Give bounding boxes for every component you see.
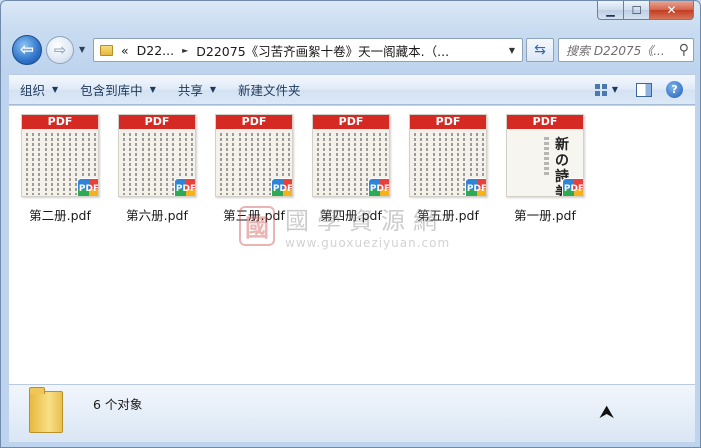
include-in-library-label: 包含到库中 — [80, 83, 143, 98]
share-button[interactable]: 共享 ▼ — [167, 75, 227, 104]
back-button[interactable]: ⇦ — [12, 35, 42, 65]
pdf-thumbnail: PDF PDF — [215, 114, 293, 197]
search-placeholder: 搜索 D22075《... — [566, 43, 665, 58]
pdf-thumbnail: PDF 新の詩美 PDF — [506, 114, 584, 197]
pdf-band: PDF — [216, 115, 292, 129]
pdf-thumbnail: PDF PDF — [21, 114, 99, 197]
search-input[interactable]: 搜索 D22075《... ⚲ — [558, 38, 694, 62]
navigation-bar: ⇦ ⇨ ▼ « D22... ► D22075《习苦齐画絮十卷》天一阁藏本.（.… — [9, 33, 695, 67]
cover-side-text — [544, 137, 549, 175]
chevron-down-icon: ▼ — [52, 85, 59, 94]
file-name[interactable]: 第六册.pdf — [126, 205, 188, 224]
include-in-library-button[interactable]: 包含到库中 ▼ — [69, 75, 167, 104]
chevron-down-icon: ▼ — [209, 85, 217, 94]
command-bar: 组织 ▼ 包含到库中 ▼ 共享 ▼ 新建文件夹 ▼ ? — [9, 74, 695, 105]
file-item[interactable]: PDF PDF 第六册.pdf — [111, 114, 203, 224]
share-label: 共享 — [177, 83, 203, 98]
pdf-thumbnail: PDF PDF — [409, 114, 487, 197]
pdf-band: PDF — [313, 115, 389, 129]
pdf-thumbnail: PDF PDF — [118, 114, 196, 197]
pdf-app-icon: PDF — [174, 178, 195, 196]
organize-menu-button[interactable]: 组织 ▼ — [9, 75, 69, 104]
pdf-app-icon: PDF — [271, 178, 292, 196]
address-history-chevron-down-icon[interactable]: ▼ — [504, 39, 520, 61]
pdf-thumbnail: PDF PDF — [312, 114, 390, 197]
view-chevron-down-icon[interactable]: ▼ — [612, 85, 618, 94]
file-item[interactable]: PDF 新の詩美 PDF 第一册.pdf — [499, 114, 591, 224]
breadcrumb-parent[interactable]: D22... — [137, 43, 174, 58]
pdf-band: PDF — [22, 115, 98, 129]
file-item[interactable]: PDF PDF 第二册.pdf — [14, 114, 106, 224]
item-count: 6 个对象 — [93, 397, 143, 412]
mouse-cursor-icon: ⮝ — [599, 402, 615, 423]
folder-icon — [100, 44, 113, 56]
watermark-chinese: 國學資源網 — [285, 207, 445, 235]
details-pane: 6 个对象 — [9, 384, 695, 442]
change-view-icon[interactable] — [594, 83, 607, 96]
help-icon[interactable]: ? — [666, 81, 683, 98]
pdf-app-icon: PDF — [562, 178, 583, 196]
explorer-window: ▁ ☐ ✕ ⇦ ⇨ ▼ « D22... ► D22075《习苦齐画絮十卷》天一… — [0, 0, 701, 448]
toolbar-right: ▼ ? — [594, 75, 695, 104]
address-bar[interactable]: « D22... ► D22075《习苦齐画絮十卷》天一阁藏本.（... ▼ — [93, 38, 523, 62]
refresh-button[interactable]: ⇆ — [526, 38, 554, 62]
watermark-url: www.guoxueziyuan.com — [285, 236, 451, 250]
breadcrumb-chevron-right-icon[interactable]: ► — [182, 46, 188, 55]
watermark-seal-icon: 國 — [239, 205, 275, 246]
minimize-button[interactable]: ▁ — [597, 1, 624, 20]
caption-buttons: ▁ ☐ ✕ — [597, 1, 694, 20]
pdf-app-icon: PDF — [77, 178, 98, 196]
recent-pages-chevron-down-icon[interactable]: ▼ — [79, 45, 85, 54]
refresh-icon: ⇆ — [534, 42, 546, 58]
pdf-band: PDF — [119, 115, 195, 129]
forward-button[interactable]: ⇨ — [46, 36, 74, 64]
address-overflow[interactable]: « — [121, 43, 129, 58]
pdf-band: PDF — [507, 115, 583, 129]
file-name[interactable]: 第一册.pdf — [514, 205, 576, 224]
breadcrumb-current[interactable]: D22075《习苦齐画絮十卷》天一阁藏本.（... — [196, 41, 449, 60]
pdf-app-icon: PDF — [465, 178, 486, 196]
search-icon[interactable]: ⚲ — [679, 42, 689, 58]
preview-pane-icon[interactable] — [636, 82, 652, 97]
pdf-band: PDF — [410, 115, 486, 129]
watermark: 國 國學資源網 www.guoxueziyuan.com — [239, 201, 450, 250]
watermark-text: 國學資源網 www.guoxueziyuan.com — [285, 201, 450, 250]
close-button[interactable]: ✕ — [650, 1, 694, 20]
pdf-app-icon: PDF — [368, 178, 389, 196]
new-folder-label: 新建文件夹 — [238, 83, 301, 98]
folder-icon — [29, 387, 63, 433]
file-name[interactable]: 第二册.pdf — [29, 205, 91, 224]
file-list[interactable]: PDF PDF 第二册.pdf PDF PDF 第六册.pdf PDF PDF … — [9, 106, 695, 384]
organize-label: 组织 — [20, 83, 46, 98]
maximize-button[interactable]: ☐ — [624, 1, 650, 20]
chevron-down-icon: ▼ — [149, 85, 156, 94]
new-folder-button[interactable]: 新建文件夹 — [227, 75, 312, 104]
